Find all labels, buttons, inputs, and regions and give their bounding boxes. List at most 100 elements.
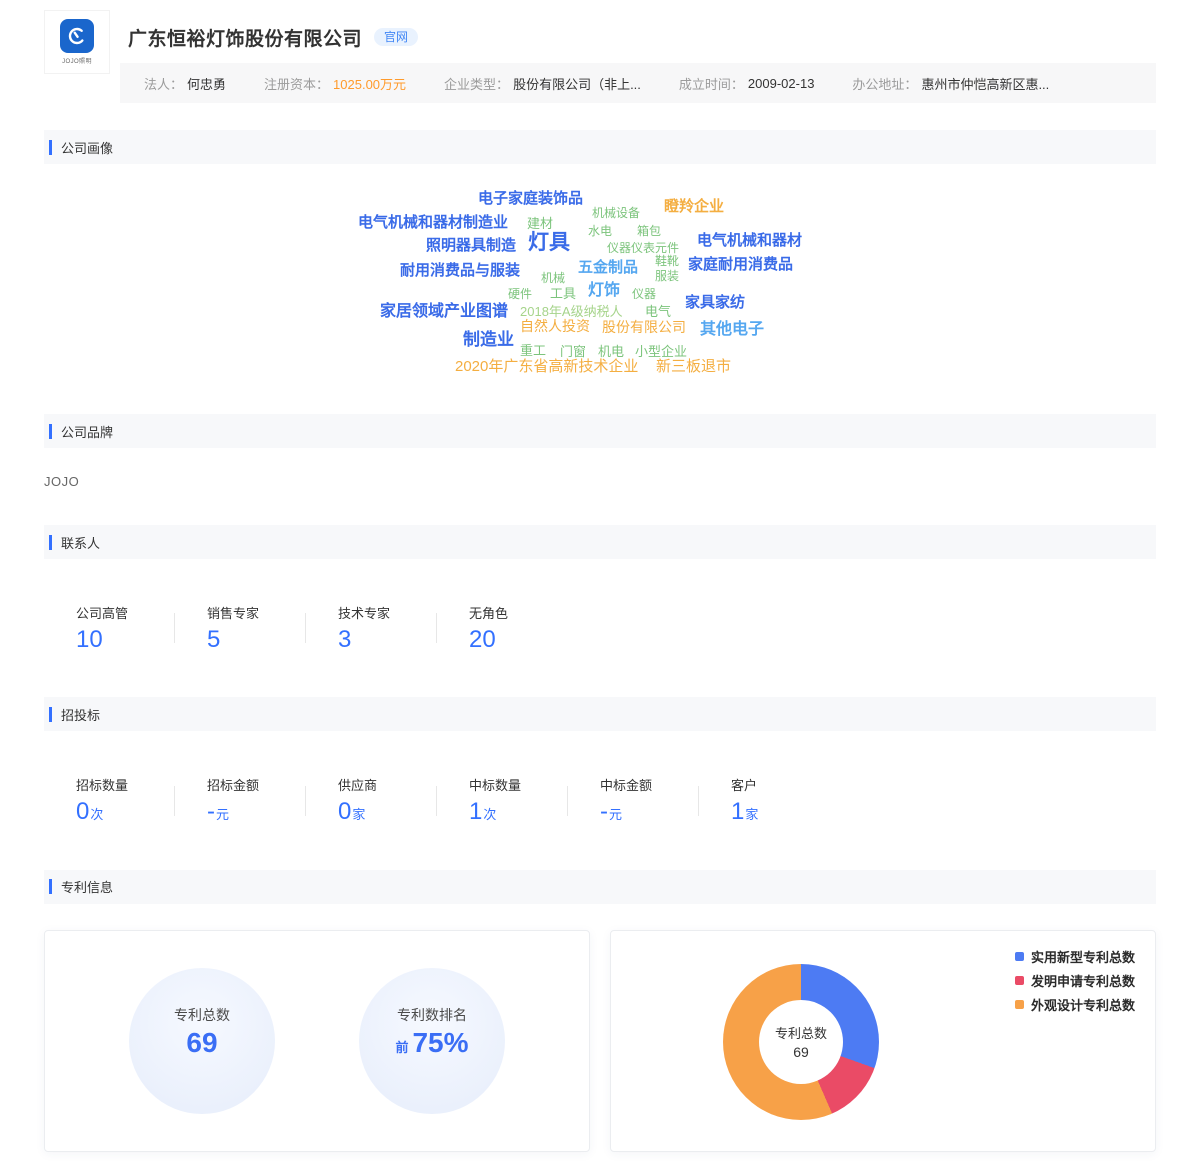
cloud-word: 灯饰 xyxy=(588,282,621,299)
stat-item: 中标金额 -元 xyxy=(568,775,698,825)
stat-item: 中标数量 1次 xyxy=(437,775,567,825)
donut-center-label: 专利总数 xyxy=(774,1026,827,1042)
legend-item[interactable]: 发明申请专利总数 xyxy=(1014,971,1135,990)
stat-value: -元 xyxy=(207,798,230,826)
legend-item[interactable]: 外观设计专利总数 xyxy=(1014,995,1135,1014)
section-accent-bar xyxy=(49,879,52,895)
cloud-word: 仪器 xyxy=(632,287,657,301)
stat-value: 0次 xyxy=(76,798,104,826)
info-value: 惠州市仲恺高新区惠... xyxy=(921,76,1050,92)
stat-value: 5 xyxy=(207,626,221,653)
patent-donut-card: 专利总数 69 实用新型专利总数 发明申请专利总数 外观设计专利总数 xyxy=(610,929,1156,1152)
stat-value: 1家 xyxy=(731,798,759,826)
stat-value: 10 xyxy=(76,626,103,653)
kpi-value: 75% xyxy=(412,1026,469,1058)
info-value: 股份有限公司（非上... xyxy=(513,76,641,92)
cloud-word: 机械设备 xyxy=(592,206,641,220)
logo-caption: JOJO照明 xyxy=(62,59,92,65)
stat-item: 招标金额 -元 xyxy=(175,775,305,825)
cloud-word: 工具 xyxy=(550,286,577,301)
legend-marker-icon xyxy=(1014,951,1024,961)
stat-label: 招标数量 xyxy=(76,778,129,794)
info-value: 2009-02-13 xyxy=(747,75,815,91)
section-accent-bar xyxy=(49,706,52,722)
info-value: 1025.00万元 xyxy=(333,76,407,92)
stat-unit: 元 xyxy=(609,807,623,823)
cloud-word: 家庭耐用消费品 xyxy=(688,256,794,273)
stat-label: 销售专家 xyxy=(207,606,260,621)
info-label: 注册资本： xyxy=(264,76,330,92)
stat-value: 3 xyxy=(338,626,352,653)
section-title: 招投标 xyxy=(61,707,101,723)
stat-label: 供应商 xyxy=(338,778,378,794)
section-header-bidding: 招投标 xyxy=(44,697,1156,732)
cloud-word: 电气机械和器材制造业 xyxy=(358,214,509,231)
cloud-word: 2020年广东省高新技术企业 xyxy=(455,358,639,375)
stat-label: 客户 xyxy=(731,778,758,794)
bid-stats-row: 招标数量 0次 招标金额 -元 供应商 0家 中标数量 1次 中标金额 -元 客户 1家 xyxy=(44,775,1156,825)
cloud-word: 箱包 xyxy=(637,224,662,238)
patent-donut-chart: 专利总数 69 xyxy=(723,963,879,1120)
company-info-bar: 法人： 何忠勇 注册资本： 1025.00万元 企业类型： 股份有限公司（非上... 成立时… xyxy=(120,63,1156,103)
section-header-patents: 专利信息 xyxy=(44,869,1156,904)
stat-label: 无角色 xyxy=(469,606,509,621)
cloud-word: 硬件 xyxy=(508,287,533,301)
official-site-badge[interactable]: 官网 xyxy=(374,28,419,46)
cloud-word: 电气 xyxy=(645,304,672,319)
cloud-word: 自然人投资 xyxy=(520,318,590,334)
stat-item: 客户 1家 xyxy=(699,775,829,825)
kpi-value: 69 xyxy=(186,1026,218,1058)
company-profile-page: JOJO照明 广东恒裕灯饰股份有限公司 官网 法人： 何忠勇 注册资本： 1025.0… xyxy=(0,0,1200,1170)
cloud-word: 家居领域产业图谱 xyxy=(380,303,509,320)
stat-unit: 次 xyxy=(90,807,104,823)
info-item: 成立时间： 2009-02-13 xyxy=(679,74,815,93)
section-header-brand: 公司品牌 xyxy=(44,414,1156,448)
cloud-word: 股份有限公司 xyxy=(602,319,686,335)
page-title: 广东恒裕灯饰股份有限公司 xyxy=(128,28,363,50)
section-title: 联系人 xyxy=(61,535,101,551)
section-title: 专利信息 xyxy=(61,880,114,896)
section-accent-bar xyxy=(49,139,52,155)
brand-name: JOJO xyxy=(44,474,80,489)
legend-item[interactable]: 实用新型专利总数 xyxy=(1014,947,1135,966)
stat-item: 供应商 0家 xyxy=(306,775,436,825)
section-accent-bar xyxy=(49,423,52,439)
section-title: 公司画像 xyxy=(61,140,114,156)
kpi-label: 专利总数 xyxy=(174,1006,230,1023)
info-value: 何忠勇 xyxy=(187,76,227,92)
cloud-word: 电气机械和器材 xyxy=(697,232,803,249)
cloud-word: 灯具 xyxy=(528,231,570,254)
legend-marker-icon xyxy=(1014,999,1024,1009)
cloud-word: 建材 xyxy=(527,216,554,231)
cloud-word: 水电 xyxy=(588,224,613,238)
cloud-word: 照明器具制造 xyxy=(426,237,517,254)
stat-label: 公司高管 xyxy=(76,606,129,621)
stat-value: 20 xyxy=(469,626,496,653)
section-header-portrait: 公司画像 xyxy=(44,130,1156,164)
donut-center-value: 69 xyxy=(793,1044,809,1061)
company-word-cloud: 电子家庭装饰品 机械设备 瞪羚企业 电气机械和器材制造业 建材 水电 箱包 照明器具制造 灯具仪… xyxy=(44,180,1156,390)
cloud-word: 五金制品 xyxy=(578,259,639,276)
stat-unit: 元 xyxy=(216,807,230,823)
cloud-word: 电子家庭装饰品 xyxy=(478,190,584,207)
company-logo: JOJO照明 xyxy=(44,10,110,74)
cloud-word: 家具家纺 xyxy=(685,294,746,311)
stat-value: 0家 xyxy=(338,798,366,826)
patent-kpi-circle: 专利数排名前 75% xyxy=(359,967,505,1114)
info-label: 办公地址： xyxy=(852,76,918,92)
stat-label: 中标数量 xyxy=(469,778,522,794)
info-label: 法人： xyxy=(144,76,184,92)
info-item: 办公地址： 惠州市仲恺高新区惠... xyxy=(852,74,1049,93)
cloud-word: 机械 xyxy=(541,271,566,285)
legend-label: 实用新型专利总数 xyxy=(1030,949,1135,965)
stat-item: 销售专家 5 xyxy=(175,603,305,653)
legend-label: 发明申请专利总数 xyxy=(1030,973,1135,989)
stat-value: 1次 xyxy=(469,798,497,826)
cloud-word: 新三板退市 xyxy=(656,358,732,375)
patent-summary-card: 专利总数 69 专利数排名前 75% xyxy=(44,929,590,1152)
cloud-word: 服装 xyxy=(655,269,680,283)
cloud-word: 鞋靴 xyxy=(655,254,680,268)
kpi-label: 专利数排名 xyxy=(397,1006,467,1023)
info-item: 注册资本： 1025.00万元 xyxy=(264,74,406,93)
legend-label: 外观设计专利总数 xyxy=(1030,997,1135,1013)
